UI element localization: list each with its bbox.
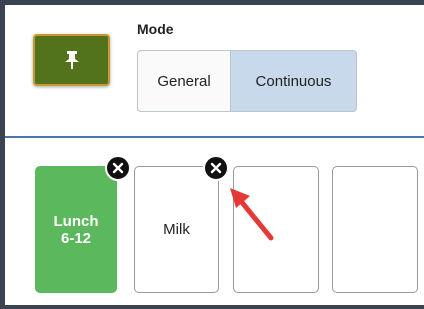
pushpin-icon <box>64 51 79 69</box>
section-divider <box>5 136 424 138</box>
remove-milk-icon[interactable] <box>203 155 229 181</box>
mode-option-continuous[interactable]: Continuous <box>230 50 357 112</box>
tile-lunch[interactable]: Lunch 6-12 <box>35 166 117 293</box>
tile-lunch-line2: 6-12 <box>60 229 92 247</box>
tile-lunch-label: Lunch 6-12 <box>54 213 99 247</box>
tile-empty-2[interactable] <box>332 166 418 293</box>
mode-option-general[interactable]: General <box>137 50 230 112</box>
tile-milk[interactable]: Milk <box>134 166 219 293</box>
mode-label: Mode <box>137 21 174 37</box>
red-arrow-icon <box>230 188 274 241</box>
pin-button[interactable] <box>33 34 110 86</box>
remove-lunch-icon[interactable] <box>105 155 131 181</box>
close-icon <box>112 162 124 174</box>
tile-milk-label: Milk <box>163 221 190 238</box>
tile-lunch-line1: Lunch <box>53 212 99 230</box>
close-icon <box>210 162 222 174</box>
